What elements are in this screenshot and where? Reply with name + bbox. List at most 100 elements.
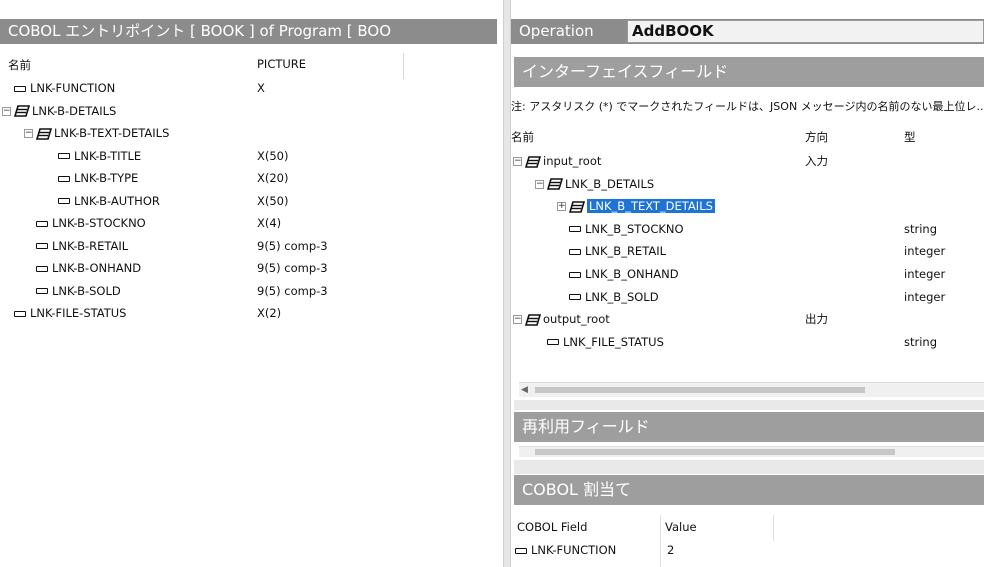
structure-icon xyxy=(547,178,563,190)
tree-row[interactable]: LNK-B-ONHAND xyxy=(24,258,141,279)
field-name: LNK-B-STOCKNO xyxy=(52,216,146,230)
field-name: LNK-B-RETAIL xyxy=(52,238,129,253)
field-icon xyxy=(36,243,48,249)
cobol-entry-title: COBOL エントリポイント [ BOOK ] of Program [ BOO xyxy=(0,19,497,44)
direction-cell: 入力 xyxy=(805,154,828,168)
collapse-icon[interactable]: − xyxy=(535,179,544,189)
tree-row[interactable]: − input_root xyxy=(513,151,601,172)
operation-field[interactable]: AddBOOK xyxy=(627,20,984,43)
structure-icon xyxy=(14,105,30,117)
collapse-icon[interactable]: − xyxy=(2,106,11,116)
field-name: LNK-FUNCTION xyxy=(30,81,116,95)
tree-row[interactable]: LNK-B-TITLE xyxy=(46,146,141,167)
column-header-picture[interactable]: PICTURE xyxy=(257,57,306,71)
field-icon xyxy=(547,339,559,346)
column-header-name[interactable]: 名前 xyxy=(8,57,31,73)
field-icon xyxy=(58,198,70,204)
field-icon xyxy=(36,220,48,227)
field-name: LNK-B-TITLE xyxy=(74,148,142,163)
tree-row[interactable]: LNK_B_RETAIL xyxy=(557,241,666,262)
field-icon xyxy=(58,175,70,182)
collapse-icon[interactable]: − xyxy=(24,129,33,138)
field-name: LNK-B-AUTHOR xyxy=(74,193,160,208)
tree-row[interactable]: LNK_B_STOCKNO xyxy=(557,219,684,240)
tree-row[interactable]: LNK-B-STOCKNO xyxy=(24,213,146,234)
structure-icon xyxy=(36,127,52,140)
tree-row[interactable]: LNK-FILE-STATUS xyxy=(2,303,126,324)
interface-fields-scrollbar[interactable]: ◀ xyxy=(519,382,984,397)
cobol-field-name: LNK-FUNCTION xyxy=(531,543,617,557)
field-icon xyxy=(36,265,48,272)
scroll-left-icon[interactable]: ◀ xyxy=(521,385,528,395)
field-name: LNK_B_DETAILS xyxy=(565,176,655,191)
expand-icon[interactable]: + xyxy=(557,202,566,212)
structure-icon xyxy=(569,200,585,213)
column-header-direction[interactable]: 方向 xyxy=(805,129,828,145)
field-name: input_root xyxy=(543,154,602,168)
field-icon xyxy=(58,153,70,159)
column-separator xyxy=(660,515,661,567)
field-icon xyxy=(14,85,26,92)
field-name: LNK-B-TEXT-DETAILS xyxy=(54,126,170,140)
column-separator xyxy=(773,515,774,541)
scrollbar-thumb[interactable] xyxy=(535,387,865,393)
collapse-icon[interactable]: − xyxy=(513,157,522,166)
cobol-entry-panel: COBOL エントリポイント [ BOOK ] of Program [ BOO… xyxy=(0,0,503,567)
operation-label: Operation xyxy=(519,22,594,40)
field-name: LNK-FILE-STATUS xyxy=(30,306,127,320)
field-name: LNK-B-TYPE xyxy=(74,171,139,185)
reuse-fields-scrollbar[interactable] xyxy=(519,446,984,457)
column-header-name[interactable]: 名前 xyxy=(511,129,534,145)
operation-bar: Operation AddBOOK xyxy=(511,19,984,44)
tree-row[interactable]: − LNK-B-DETAILS xyxy=(2,101,116,122)
tree-row[interactable]: LNK_FILE_STATUS xyxy=(535,332,664,353)
field-icon xyxy=(515,547,527,554)
tree-row[interactable]: − LNK_B_DETAILS xyxy=(535,174,654,195)
interface-fields-title[interactable]: インターフェイスフィールド xyxy=(514,57,984,87)
tree-row[interactable]: − output_root xyxy=(513,309,610,330)
tree-row[interactable]: LNK_B_SOLD xyxy=(557,287,659,308)
type-cell: string xyxy=(904,221,938,236)
field-name: LNK_FILE_STATUS xyxy=(563,334,664,349)
field-name: LNK-B-SOLD xyxy=(52,283,121,298)
picture-cell: X(4) xyxy=(257,216,282,230)
column-separator[interactable] xyxy=(403,53,404,79)
type-cell: string xyxy=(904,334,938,349)
tree-row[interactable]: LNK-FUNCTION xyxy=(2,78,115,99)
tree-row[interactable]: LNK-B-SOLD xyxy=(24,281,121,302)
field-name: LNK_B_SOLD xyxy=(585,289,659,304)
tree-row[interactable]: LNK-B-RETAIL xyxy=(24,236,128,257)
tree-row[interactable]: LNK-B-TYPE xyxy=(46,168,138,189)
picture-cell: X(50) xyxy=(257,148,289,163)
column-header-type[interactable]: 型 xyxy=(904,129,916,145)
reuse-fields-title[interactable]: 再利用フィールド xyxy=(514,412,984,442)
field-icon xyxy=(569,294,581,301)
field-name: LNK_B_ONHAND xyxy=(585,267,679,281)
tree-row[interactable]: LNK-B-AUTHOR xyxy=(46,191,160,212)
value-cell[interactable]: 2 xyxy=(667,540,674,561)
cobol-assign-title[interactable]: COBOL 割当て xyxy=(514,475,984,505)
type-cell: integer xyxy=(904,267,946,281)
picture-cell: 9(5) comp-3 xyxy=(257,261,328,275)
tree-row[interactable]: LNK_B_ONHAND xyxy=(557,264,679,285)
field-name: LNK-B-ONHAND xyxy=(52,261,142,275)
field-icon xyxy=(569,271,581,278)
column-header-cobol-field[interactable]: COBOL Field xyxy=(517,520,587,534)
direction-cell: 出力 xyxy=(805,312,828,327)
splitter-handle[interactable] xyxy=(503,0,511,567)
section-spacer xyxy=(514,400,984,410)
collapse-icon[interactable]: − xyxy=(513,315,522,325)
type-cell: integer xyxy=(904,289,946,304)
picture-cell: X(2) xyxy=(257,306,282,320)
scrollbar-thumb[interactable] xyxy=(535,449,895,455)
structure-icon xyxy=(525,313,541,326)
interface-fields-note: 注: アスタリスク (*) でマークされたフィールドは、JSON メッセージ内の… xyxy=(511,100,984,113)
field-name: LNK_B_RETAIL xyxy=(585,244,666,259)
tree-row[interactable]: − LNK-B-TEXT-DETAILS xyxy=(24,123,169,144)
table-row[interactable]: LNK-FUNCTION xyxy=(515,540,616,561)
column-header-value[interactable]: Value xyxy=(665,520,697,534)
tree-row[interactable]: + LNK_B_TEXT_DETAILS xyxy=(557,196,715,217)
field-icon xyxy=(14,310,26,317)
field-icon xyxy=(569,226,581,233)
field-name: LNK-B-DETAILS xyxy=(32,103,117,118)
